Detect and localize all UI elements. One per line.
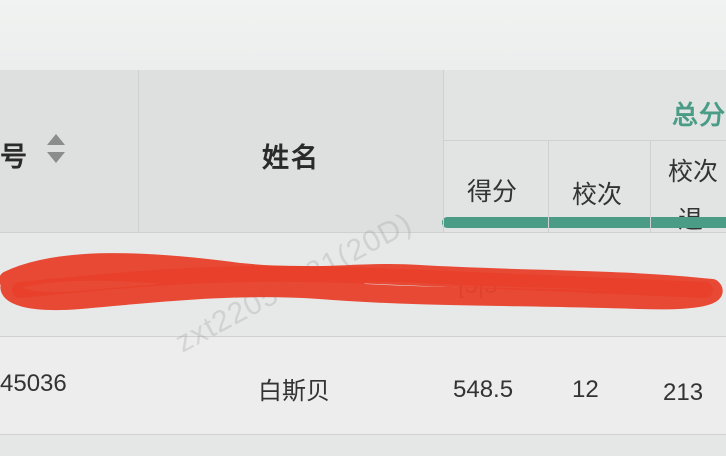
row2-rank-change: 213: [663, 379, 704, 406]
total-score-tab[interactable]: 总分: [672, 95, 726, 132]
row2-student-id: 45036: [0, 370, 67, 397]
id-column-header[interactable]: 号: [0, 135, 27, 174]
sort-ascending-icon[interactable]: [47, 134, 65, 145]
row1-change-partial: 2: [700, 280, 712, 302]
row1-score-partial: [5|5: [458, 272, 498, 299]
table-row[interactable]: [0, 434, 726, 456]
active-tab-indicator: [442, 217, 726, 228]
table-row[interactable]: [0, 336, 726, 434]
header-subdivider: [443, 140, 726, 141]
rank-column-header: 校次: [572, 181, 623, 209]
rank-change-header-line1: 校次: [668, 158, 719, 186]
sort-icon[interactable]: [45, 134, 67, 168]
row2-student-name: 白斯贝: [258, 378, 330, 405]
score-column-header: 得分: [467, 178, 518, 206]
name-column-header: 姓名: [262, 143, 320, 173]
score-table-screen: 号 姓名 总分 得分 校次 校次 退步 [5|5 9 2 45036 白斯贝 5…: [0, 0, 726, 456]
top-margin: [0, 0, 726, 70]
row2-score: 548.5: [453, 376, 514, 403]
sort-descending-icon[interactable]: [47, 152, 65, 163]
row-divider: [0, 336, 726, 337]
row2-rank: 12: [572, 376, 599, 403]
row-divider: [0, 434, 726, 435]
row1-rank-partial: 9: [588, 277, 600, 299]
